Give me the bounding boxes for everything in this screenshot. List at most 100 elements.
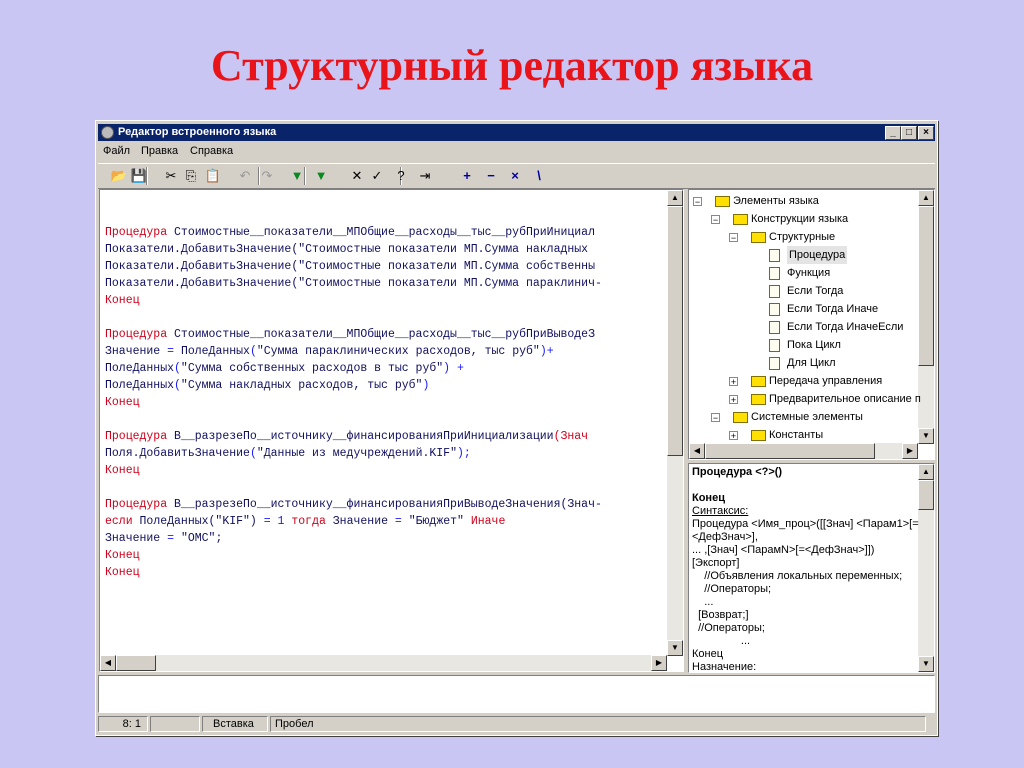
code-line: Показатели.ДобавитьЗначение("Стоимостные…: [105, 258, 602, 275]
code-line: если ПолеДанных("KIF") = 1 тогда Значени…: [105, 513, 602, 530]
code-token: Иначе: [470, 515, 506, 528]
tree-scroll-thumb[interactable]: [918, 206, 934, 366]
cut-icon[interactable]: ✂: [162, 167, 180, 185]
maximize-button[interactable]: □: [901, 126, 917, 140]
document-icon: [769, 357, 780, 370]
editor-window: Редактор встроенного языка _ □ × Файл Пр…: [95, 120, 938, 736]
help-scroll-up-button[interactable]: ▲: [918, 464, 934, 480]
minimize-button[interactable]: _: [885, 126, 901, 140]
save-icon[interactable]: 💾: [130, 167, 148, 185]
language-elements-tree[interactable]: ▲ ▼ ◀ ▶ − Элементы языка − Конструкции язык…: [688, 189, 935, 460]
collapse-icon[interactable]: −: [729, 233, 738, 243]
scroll-right-button[interactable]: ▶: [651, 655, 667, 671]
scroll-down-button[interactable]: ▼: [667, 640, 683, 656]
multiply-icon[interactable]: ×: [506, 167, 524, 185]
undo-icon[interactable]: ↶: [236, 167, 254, 185]
help-line: Процедура <Имя_проц>([[Знач] <Парам1>[=: [692, 518, 919, 530]
toolbar: 📂 💾 ✂ ⎘ 📋 ↶ ↷ ▼ ▼ ✕ ✓? ⇥ + − × \: [98, 163, 935, 189]
tree-item[interactable]: Если Тогда ИначеЕсли: [787, 318, 903, 336]
tree-item[interactable]: Функция: [787, 264, 830, 282]
code-token: =: [167, 345, 181, 358]
tree-hscroll-thumb[interactable]: [705, 443, 875, 459]
menu-help[interactable]: Справка: [190, 145, 233, 157]
check-icon[interactable]: ✓: [368, 167, 386, 185]
copy-icon[interactable]: ⎘: [182, 167, 200, 185]
document-icon: [769, 267, 780, 280]
menu-bar: Файл Правка Справка: [98, 143, 935, 161]
code-token: Процедура: [105, 430, 175, 443]
open-folder-icon[interactable]: 📂: [110, 167, 128, 185]
code-token: ПолеДанных: [180, 345, 250, 358]
window-title: Редактор встроенного языка: [118, 126, 277, 138]
message-pane[interactable]: [98, 675, 935, 713]
insert-green-icon[interactable]: ▼: [288, 167, 306, 185]
help-scroll-down-button[interactable]: ▼: [918, 656, 934, 672]
scroll-up-button[interactable]: ▲: [667, 190, 683, 206]
paste-icon[interactable]: 📋: [204, 167, 222, 185]
plus-icon[interactable]: +: [458, 167, 476, 185]
tree-scroll-up-button[interactable]: ▲: [918, 190, 934, 206]
folder-icon: [733, 214, 748, 225]
close-button[interactable]: ×: [918, 126, 934, 140]
hscroll-thumb[interactable]: [116, 655, 156, 671]
collapse-icon[interactable]: −: [711, 413, 720, 423]
tree-horizontal-scrollbar[interactable]: ◀ ▶: [689, 443, 918, 459]
document-icon: [769, 321, 780, 334]
tree-scroll-left-button[interactable]: ◀: [689, 443, 705, 459]
code-token: Показатели.ДобавитьЗначение("Стоимостные…: [105, 260, 595, 273]
code-token: =: [394, 515, 409, 528]
tree-item[interactable]: Пока Цикл: [787, 336, 841, 354]
code-line: Процедура Стоимостные__показатели__МПОбщ…: [105, 326, 602, 343]
scroll-thumb[interactable]: [667, 206, 683, 456]
editor-horizontal-scrollbar[interactable]: ◀ ▶: [100, 655, 667, 671]
tree-item[interactable]: Если Тогда: [787, 282, 843, 300]
tree-item[interactable]: Структурные: [769, 228, 835, 246]
code-text[interactable]: Процедура Стоимостные__показатели__МПОбщ…: [105, 224, 602, 581]
code-token: "Сумма параклинических расходов, тыс руб…: [256, 345, 540, 358]
editor-vertical-scrollbar[interactable]: ▲ ▼: [667, 190, 683, 656]
code-token: Конец: [105, 464, 140, 477]
code-line: Конец: [105, 394, 602, 411]
tree-item[interactable]: Передача управления: [769, 372, 882, 390]
menu-edit[interactable]: Правка: [141, 145, 178, 157]
tree-item[interactable]: Элементы языка: [733, 192, 819, 210]
insert-green-dropdown-icon[interactable]: ▼: [312, 167, 330, 185]
folder-icon: [715, 196, 730, 207]
code-line: Значение = ПолеДанных("Сумма параклиниче…: [105, 343, 602, 360]
divide-icon[interactable]: \: [530, 167, 548, 185]
tree-item[interactable]: Системные элементы: [751, 408, 863, 426]
tree-item[interactable]: Константы: [769, 426, 823, 444]
code-token: )+: [539, 345, 554, 358]
tree-scroll-right-button[interactable]: ▶: [902, 443, 918, 459]
redo-icon[interactable]: ↷: [258, 167, 276, 185]
scroll-left-button[interactable]: ◀: [100, 655, 116, 671]
tree-item[interactable]: Если Тогда Иначе: [787, 300, 878, 318]
tree-item[interactable]: Предварительное описание п: [769, 390, 921, 408]
collapse-icon[interactable]: −: [693, 197, 702, 207]
expand-icon[interactable]: +: [729, 431, 738, 441]
title-bar[interactable]: Редактор встроенного языка _ □ ×: [98, 124, 935, 141]
exit-door-icon[interactable]: ⇥: [416, 167, 434, 185]
code-token: ПолеДанных: [105, 362, 175, 375]
help-vertical-scrollbar[interactable]: ▲ ▼: [918, 464, 934, 672]
code-line: Конец: [105, 462, 602, 479]
code-token: (Знач: [553, 430, 589, 443]
tree-item[interactable]: Процедура: [787, 246, 848, 264]
syntax-help-pane[interactable]: ▲ ▼ Процедура <?>() Конец Синтаксис: Процед…: [688, 463, 935, 673]
help-scroll-thumb[interactable]: [918, 480, 934, 510]
tree-item[interactable]: Конструкции языка: [751, 210, 848, 228]
document-icon: [769, 303, 780, 316]
expand-icon[interactable]: +: [729, 377, 738, 387]
menu-file[interactable]: Файл: [103, 145, 130, 157]
delete-x-icon[interactable]: ✕: [348, 167, 366, 185]
help-cursor-icon[interactable]: ?: [392, 167, 410, 185]
tree-scroll-down-button[interactable]: ▼: [918, 428, 934, 444]
collapse-icon[interactable]: −: [711, 215, 720, 225]
code-editor[interactable]: Процедура Стоимостные__показатели__МПОбщ…: [99, 189, 684, 672]
minus-icon[interactable]: −: [482, 167, 500, 185]
status-bar: 8: 1 Вставка Пробел: [98, 715, 935, 733]
expand-icon[interactable]: +: [729, 395, 738, 405]
tree-item[interactable]: Для Цикл: [787, 354, 836, 372]
